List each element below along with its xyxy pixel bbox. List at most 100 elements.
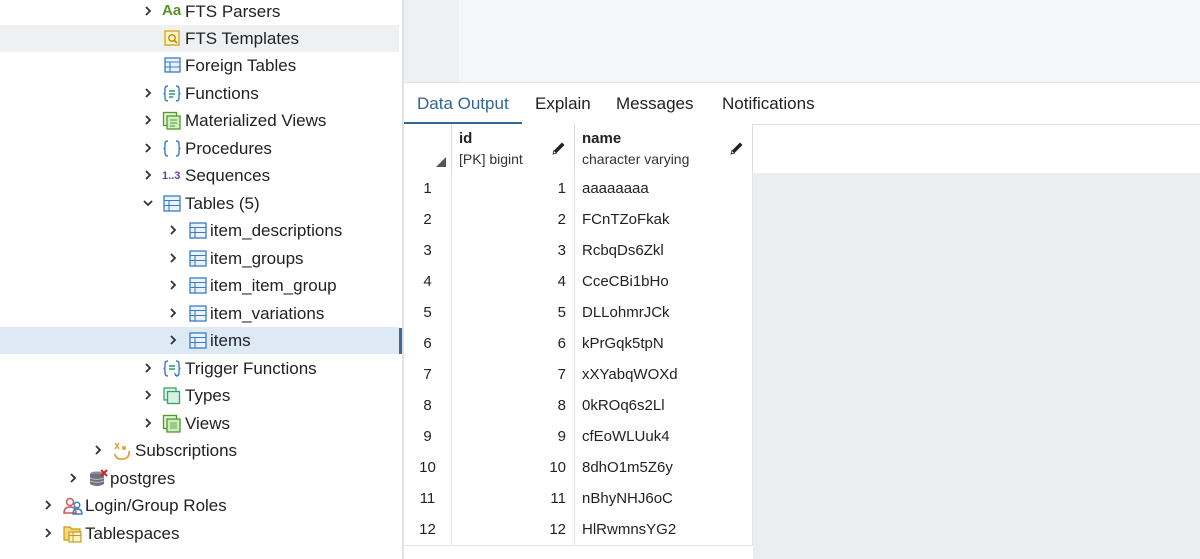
tree-item-table-item-groups[interactable]: item_groups: [0, 245, 399, 272]
cell-id[interactable]: 11: [452, 483, 575, 514]
column-type: [PK] bigint: [459, 151, 523, 167]
select-all-icon[interactable]: [436, 157, 446, 167]
chevron-right-icon[interactable]: [92, 442, 104, 458]
cell-id[interactable]: 2: [452, 204, 575, 235]
tree-item-database-postgres[interactable]: postgres: [0, 465, 399, 492]
cell-name[interactable]: 8dhO1m5Z6y: [575, 452, 753, 483]
row-number[interactable]: 8: [404, 390, 452, 421]
chevron-right-icon[interactable]: [167, 250, 179, 266]
tree-item-functions[interactable]: Functions: [0, 80, 399, 107]
tree-item-foreign-tables[interactable]: Foreign Tables: [0, 52, 399, 79]
cell-name[interactable]: xXYabqWOXd: [575, 359, 753, 390]
chevron-right-icon[interactable]: [142, 112, 154, 128]
row-number[interactable]: 3: [404, 235, 452, 266]
chevron-right-icon[interactable]: [142, 3, 154, 19]
table-row[interactable]: 1 1 aaaaaaaa: [404, 173, 753, 205]
row-number[interactable]: 4: [404, 266, 452, 297]
table-row[interactable]: 9 9 cfEoWLUuk4: [404, 421, 753, 453]
cell-name[interactable]: kPrGqk5tpN: [575, 328, 753, 359]
tree-item-tables[interactable]: Tables (5): [0, 190, 399, 217]
chevron-right-icon[interactable]: [167, 277, 179, 293]
table-row[interactable]: 10 10 8dhO1m5Z6y: [404, 452, 753, 484]
cell-id[interactable]: 9: [452, 421, 575, 452]
row-number[interactable]: 11: [404, 483, 452, 514]
row-number[interactable]: 5: [404, 297, 452, 328]
chevron-right-icon[interactable]: [142, 360, 154, 376]
cell-name[interactable]: HlRwmnsYG2: [575, 514, 753, 545]
cell-id[interactable]: 6: [452, 328, 575, 359]
cell-name[interactable]: nBhyNHJ6oC: [575, 483, 753, 514]
row-number[interactable]: 12: [404, 514, 452, 545]
chevron-right-icon[interactable]: [42, 525, 54, 541]
tree-item-fts-templates[interactable]: FTS Templates: [0, 25, 399, 52]
cell-name[interactable]: cfEoWLUuk4: [575, 421, 753, 452]
tree-item-login-group-roles[interactable]: Login/Group Roles: [0, 492, 399, 519]
cell-id[interactable]: 10: [452, 452, 575, 483]
chevron-right-icon[interactable]: [167, 332, 179, 348]
row-number[interactable]: 6: [404, 328, 452, 359]
column-header-id[interactable]: id [PK] bigint: [452, 124, 575, 173]
row-number[interactable]: 2: [404, 204, 452, 235]
tree-item-table-item-variations[interactable]: item_variations: [0, 300, 399, 327]
tree-item-procedures[interactable]: Procedures: [0, 135, 399, 162]
cell-id[interactable]: 5: [452, 297, 575, 328]
tree-item-table-items[interactable]: items: [0, 327, 399, 354]
tab-notifications[interactable]: Notifications: [709, 83, 828, 124]
cell-id[interactable]: 12: [452, 514, 575, 545]
chevron-right-icon[interactable]: [142, 387, 154, 403]
cell-name[interactable]: FCnTZoFkak: [575, 204, 753, 235]
row-number[interactable]: 7: [404, 359, 452, 390]
table-row[interactable]: 8 8 0kROq6s2Ll: [404, 390, 753, 422]
row-number[interactable]: 10: [404, 452, 452, 483]
tab-data-output[interactable]: Data Output: [404, 83, 522, 125]
query-editor-area[interactable]: [404, 0, 1200, 82]
tree-item-sequences[interactable]: 1..3 Sequences: [0, 162, 399, 189]
tree-item-subscriptions[interactable]: Subscriptions: [0, 437, 399, 464]
tree-item-fts-parsers[interactable]: Aa FTS Parsers: [0, 0, 399, 25]
row-number[interactable]: 9: [404, 421, 452, 452]
tree-item-label: FTS Templates: [185, 29, 300, 48]
chevron-right-icon[interactable]: [167, 305, 179, 321]
tree-item-table-item-descriptions[interactable]: item_descriptions: [0, 217, 399, 244]
tree-item-label: Foreign Tables: [185, 56, 297, 75]
tab-messages[interactable]: Messages: [603, 83, 706, 124]
cell-id[interactable]: 3: [452, 235, 575, 266]
chevron-right-icon[interactable]: [167, 222, 179, 238]
tree-item-tablespaces[interactable]: Tablespaces: [0, 520, 399, 547]
chevron-right-icon[interactable]: [142, 415, 154, 431]
chevron-right-icon[interactable]: [142, 85, 154, 101]
tree-item-views[interactable]: Views: [0, 410, 399, 437]
tree-item-types[interactable]: Types: [0, 382, 399, 409]
chevron-down-icon[interactable]: [142, 195, 154, 211]
cell-id[interactable]: 7: [452, 359, 575, 390]
table-row[interactable]: 3 3 RcbqDs6Zkl: [404, 235, 753, 267]
chevron-right-icon[interactable]: [42, 497, 54, 513]
cell-name[interactable]: DLLohmrJCk: [575, 297, 753, 328]
table-row[interactable]: 11 11 nBhyNHJ6oC: [404, 483, 753, 515]
chevron-right-icon[interactable]: [142, 167, 154, 183]
table-row[interactable]: 5 5 DLLohmrJCk: [404, 297, 753, 329]
table-row[interactable]: 4 4 CceCBi1bHo: [404, 266, 753, 298]
table-row[interactable]: 6 6 kPrGqk5tpN: [404, 328, 753, 360]
table-row[interactable]: 12 12 HlRwmnsYG2: [404, 514, 753, 546]
cell-id[interactable]: 8: [452, 390, 575, 421]
row-number[interactable]: 1: [404, 173, 452, 204]
cell-name[interactable]: 0kROq6s2Ll: [575, 390, 753, 421]
grid-corner-cell[interactable]: [404, 124, 452, 173]
chevron-right-icon[interactable]: [142, 140, 154, 156]
pencil-icon[interactable]: [551, 140, 567, 156]
table-row[interactable]: 2 2 FCnTZoFkak: [404, 204, 753, 236]
chevron-right-icon[interactable]: [67, 470, 79, 486]
cell-name[interactable]: RcbqDs6Zkl: [575, 235, 753, 266]
cell-id[interactable]: 4: [452, 266, 575, 297]
tree-item-materialized-views[interactable]: Materialized Views: [0, 107, 399, 134]
pencil-icon[interactable]: [729, 140, 745, 156]
tab-explain[interactable]: Explain: [522, 83, 604, 124]
tree-item-table-item-item-group[interactable]: item_item_group: [0, 272, 399, 299]
tree-item-trigger-functions[interactable]: Trigger Functions: [0, 355, 399, 382]
column-header-name[interactable]: name character varying: [575, 124, 753, 173]
cell-name[interactable]: CceCBi1bHo: [575, 266, 753, 297]
cell-name[interactable]: aaaaaaaa: [575, 173, 753, 204]
cell-id[interactable]: 1: [452, 173, 575, 204]
table-row[interactable]: 7 7 xXYabqWOXd: [404, 359, 753, 391]
